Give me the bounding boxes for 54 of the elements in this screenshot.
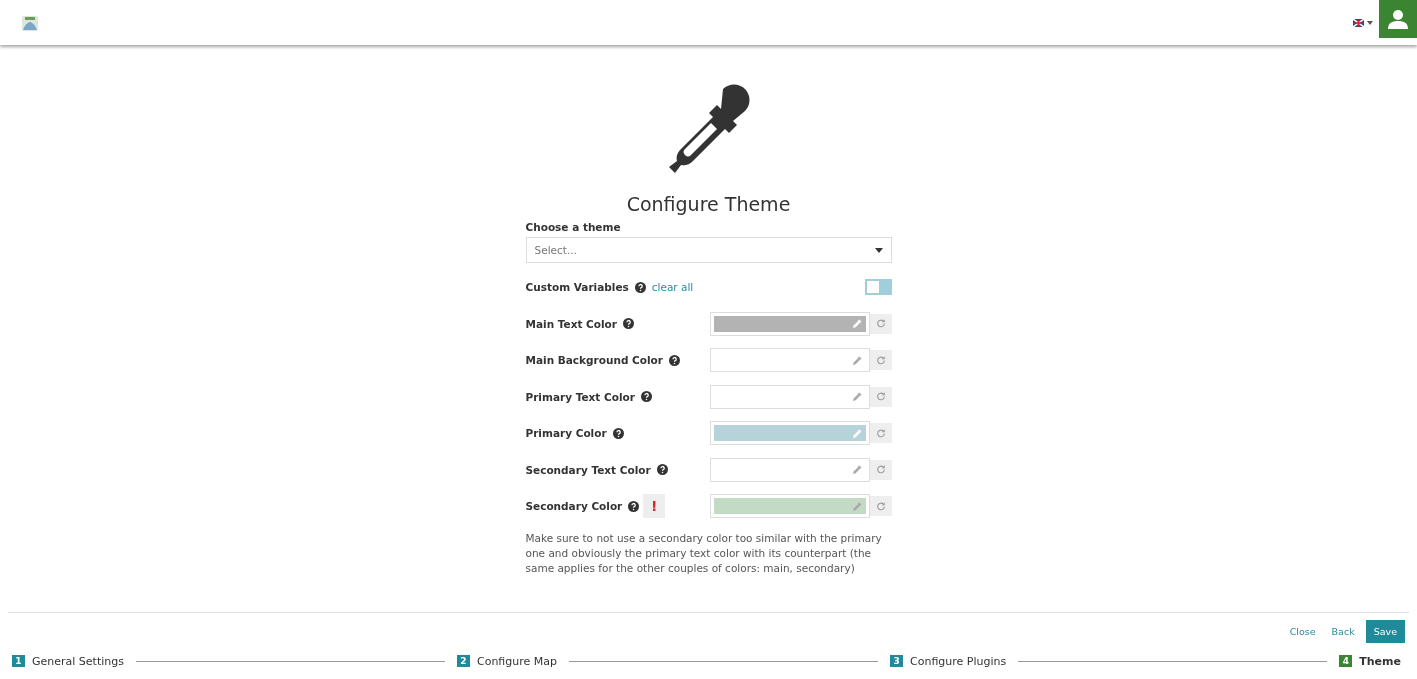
user-button[interactable] [1379, 0, 1417, 38]
reset-button[interactable] [869, 496, 892, 517]
field-label: Secondary Text Color [525, 463, 651, 476]
reset-button[interactable] [869, 423, 892, 444]
step-number: 4 [1339, 655, 1353, 667]
reset-button[interactable] [869, 313, 892, 334]
step-number: 2 [457, 655, 470, 667]
warning-mark: ! [643, 494, 666, 519]
reset-button[interactable] [869, 386, 892, 407]
field-label: Custom Variables [525, 281, 629, 294]
step-number: 1 [12, 655, 25, 667]
help-text: Make sure to not use a secondary color too similar with the primary one and obviously the primary text color with its counterpart (the same applies for the other couples of colors: main, secondary) [525, 530, 883, 576]
link-button[interactable]: Back [1326, 621, 1360, 641]
select-placeholder: Select... [534, 244, 577, 256]
refresh-icon [875, 464, 886, 476]
refresh-icon [875, 318, 886, 330]
theme-select[interactable]: Select... [525, 237, 892, 263]
help-icon [640, 391, 652, 403]
help-icon [656, 464, 668, 476]
refresh-icon [875, 427, 886, 439]
step-label[interactable]: Configure Plugins [910, 654, 1007, 668]
step-label[interactable]: General Settings [32, 654, 124, 668]
language-menu[interactable] [1353, 18, 1373, 27]
help-icon [612, 427, 624, 439]
step-label[interactable]: Theme [1359, 654, 1401, 668]
help-icon [669, 354, 680, 366]
clear-all-link[interactable]: clear all [651, 281, 694, 294]
user-icon [1388, 9, 1408, 29]
page-title: Configure Theme [626, 193, 791, 215]
field-label: Main Background Color [525, 354, 663, 367]
field-label: Primary Color [525, 427, 607, 440]
toggle-switch[interactable] [864, 279, 892, 296]
field-label: Secondary Color [525, 500, 623, 513]
caret-icon [874, 247, 883, 253]
field-label: Main Text Color [525, 317, 617, 330]
help-icon [634, 281, 646, 293]
color-field[interactable] [709, 457, 870, 482]
reset-button[interactable] [869, 350, 892, 371]
color-field[interactable] [709, 348, 870, 373]
refresh-icon [875, 500, 886, 512]
save-button[interactable]: Save [1365, 619, 1405, 643]
reset-button[interactable] [869, 459, 892, 480]
help-icon [623, 318, 634, 330]
color-field[interactable] [709, 384, 870, 409]
link-button[interactable]: Close [1284, 621, 1321, 641]
flag-icon [1353, 18, 1364, 27]
field-label: Choose a theme [525, 221, 622, 233]
help-icon [628, 500, 640, 512]
step-label[interactable]: Configure Map [477, 654, 557, 668]
field-label: Primary Text Color [525, 390, 635, 403]
step-number: 3 [890, 655, 904, 667]
refresh-icon [875, 354, 886, 366]
caret-icon [1367, 20, 1373, 25]
refresh-icon [875, 391, 886, 403]
